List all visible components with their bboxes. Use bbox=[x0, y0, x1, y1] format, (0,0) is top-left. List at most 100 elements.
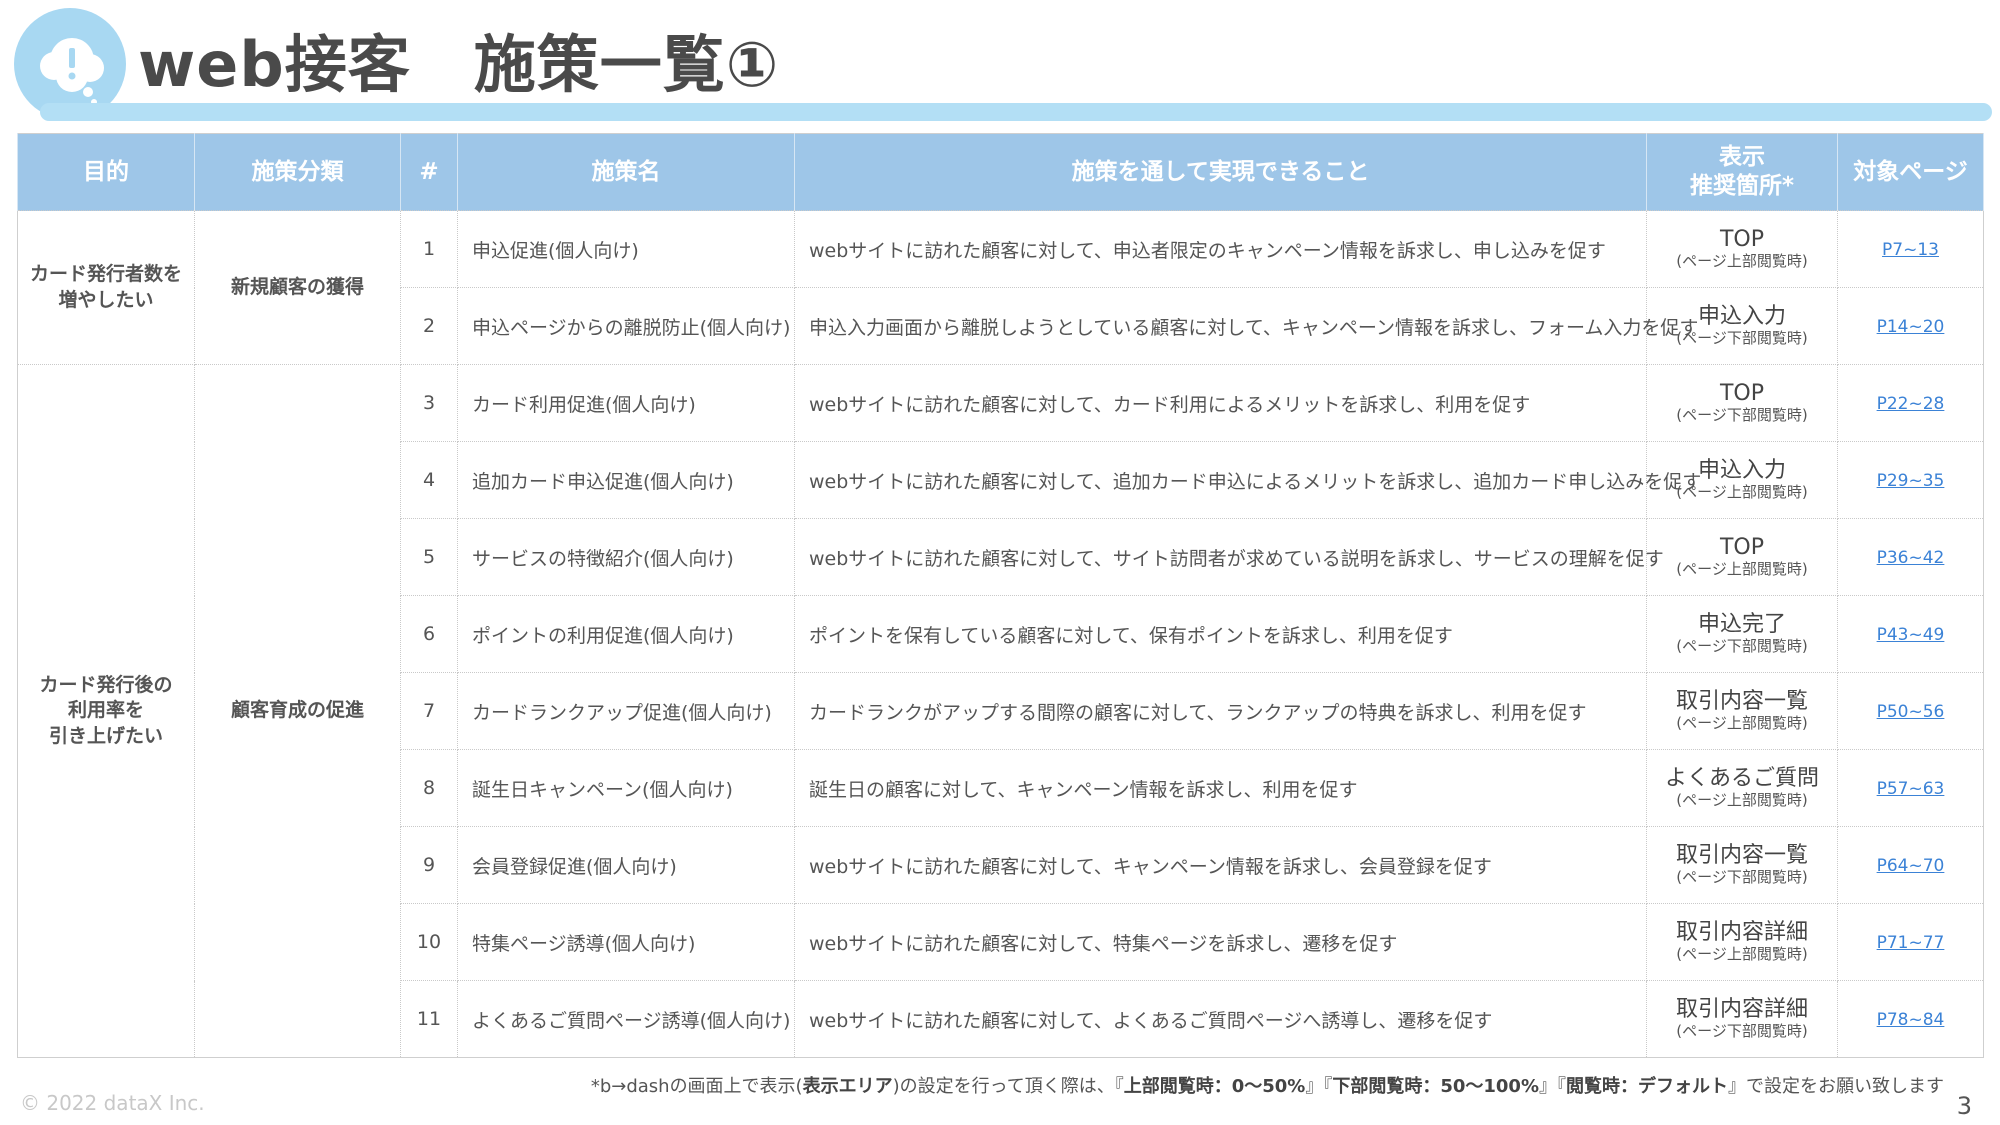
footnote: *b→dashの画面上で表示(表示エリア)の設定を行って頂く際は、『上部閲覧時：… bbox=[591, 1072, 1944, 1098]
footnote-suffix: 』で設定をお願い致します bbox=[1728, 1076, 1944, 1097]
header-placement-line2: 推奨箇所* bbox=[1689, 173, 1795, 199]
placement-cell: TOP (ページ上部閲覧時) bbox=[1646, 210, 1838, 288]
measure-name: カードランクアップ促進(個人向け) bbox=[457, 672, 795, 750]
measure-name: 誕生日キャンペーン(個人向け) bbox=[457, 749, 795, 827]
target-page-link[interactable]: P7~13 bbox=[1882, 240, 1939, 260]
title-underline bbox=[40, 103, 1992, 121]
footnote-mid-3: 』『 bbox=[1539, 1076, 1566, 1097]
target-page-link[interactable]: P43~49 bbox=[1877, 625, 1945, 645]
target-page-link[interactable]: P36~42 bbox=[1877, 548, 1945, 568]
placement-sub: (ページ上部閲覧時) bbox=[1676, 559, 1808, 578]
placement-main: 取引内容一覧 bbox=[1675, 689, 1808, 715]
placement-main: TOP bbox=[1719, 381, 1765, 407]
measures-table: 目的 施策分類 # 施策名 施策を通して実現できること 表示 推奨箇所* 対象ペ… bbox=[17, 133, 1984, 1058]
target-page-link[interactable]: P78~84 bbox=[1877, 1010, 1945, 1030]
row-number: 8 bbox=[400, 749, 458, 827]
table-row: カード発行後の 利用率を 引き上げたい 顧客育成の促進 3 カード利用促進(個人向け)… bbox=[17, 364, 1984, 1058]
header-name: 施策名 bbox=[457, 133, 795, 211]
target-page-cell: P57~63 bbox=[1837, 749, 1984, 827]
measure-name: ポイントの利用促進(個人向け) bbox=[457, 595, 795, 673]
target-page-cell: P50~56 bbox=[1837, 672, 1984, 750]
category-cell: 新規顧客の獲得 bbox=[194, 210, 401, 365]
placement-cell: よくあるご質問 (ページ上部閲覧時) bbox=[1646, 749, 1838, 827]
row-number: 9 bbox=[400, 826, 458, 904]
target-page-cell: P43~49 bbox=[1837, 595, 1984, 673]
row-number: 6 bbox=[400, 595, 458, 673]
placement-sub: (ページ下部閲覧時) bbox=[1676, 328, 1808, 347]
measure-description: webサイトに訪れた顧客に対して、キャンペーン情報を訴求し、会員登録を促す bbox=[794, 826, 1647, 904]
header-target-page: 対象ページ bbox=[1837, 133, 1984, 211]
placement-sub: (ページ下部閲覧時) bbox=[1676, 1021, 1808, 1040]
header-placement: 表示 推奨箇所* bbox=[1646, 133, 1838, 211]
target-page-link[interactable]: P64~70 bbox=[1877, 856, 1945, 876]
header-placement-line1: 表示 bbox=[1719, 144, 1765, 171]
row-number: 5 bbox=[400, 518, 458, 596]
row-number: 7 bbox=[400, 672, 458, 750]
placement-sub: (ページ上部閲覧時) bbox=[1676, 482, 1808, 501]
placement-main: 取引内容詳細 bbox=[1675, 997, 1808, 1023]
placement-main: よくあるご質問 bbox=[1664, 766, 1819, 792]
placement-sub: (ページ下部閲覧時) bbox=[1676, 867, 1808, 886]
placement-sub: (ページ下部閲覧時) bbox=[1676, 636, 1808, 655]
row-number: 11 bbox=[400, 980, 458, 1058]
category-cell: 顧客育成の促進 bbox=[194, 364, 401, 1058]
footnote-mid-2: 』『 bbox=[1305, 1076, 1333, 1097]
placement-cell: 取引内容詳細 (ページ上部閲覧時) bbox=[1646, 903, 1838, 981]
target-page-cell: P71~77 bbox=[1837, 903, 1984, 981]
placement-cell: TOP (ページ下部閲覧時) bbox=[1646, 364, 1838, 442]
page-number: 3 bbox=[1956, 1092, 1972, 1120]
placement-sub: (ページ下部閲覧時) bbox=[1676, 405, 1808, 424]
copyright: © 2022 dataX Inc. bbox=[20, 1091, 205, 1115]
placement-cell: 取引内容詳細 (ページ下部閲覧時) bbox=[1646, 980, 1838, 1058]
measure-description: webサイトに訪れた顧客に対して、サイト訪問者が求めている説明を訴求し、サービス… bbox=[794, 518, 1664, 596]
footnote-mid-1: )の設定を行って頂く際は、『 bbox=[892, 1076, 1124, 1097]
measure-name: 特集ページ誘導(個人向け) bbox=[457, 903, 795, 981]
placement-sub: (ページ上部閲覧時) bbox=[1676, 713, 1808, 732]
header-purpose: 目的 bbox=[17, 133, 195, 211]
placement-cell: 取引内容一覧 (ページ上部閲覧時) bbox=[1646, 672, 1838, 750]
row-number: 2 bbox=[400, 287, 458, 365]
placement-cell: TOP (ページ上部閲覧時) bbox=[1646, 518, 1838, 596]
target-page-link[interactable]: P57~63 bbox=[1877, 779, 1945, 799]
target-page-link[interactable]: P22~28 bbox=[1877, 394, 1945, 414]
footnote-bold-4: 閲覧時：デフォルト bbox=[1566, 1076, 1728, 1097]
placement-main: 取引内容詳細 bbox=[1675, 920, 1808, 946]
header-num: # bbox=[400, 133, 458, 211]
placement-main: 取引内容一覧 bbox=[1675, 843, 1808, 869]
target-page-link[interactable]: P29~35 bbox=[1877, 471, 1945, 491]
row-number: 4 bbox=[400, 441, 458, 519]
measure-description: ポイントを保有している顧客に対して、保有ポイントを訴求し、利用を促す bbox=[794, 595, 1647, 673]
target-page-cell: P22~28 bbox=[1837, 364, 1984, 442]
header-category: 施策分類 bbox=[194, 133, 401, 211]
target-page-cell: P36~42 bbox=[1837, 518, 1984, 596]
target-page-link[interactable]: P71~77 bbox=[1877, 933, 1945, 953]
row-number: 1 bbox=[400, 210, 458, 288]
placement-cell: 申込完了 (ページ下部閲覧時) bbox=[1646, 595, 1838, 673]
target-page-link[interactable]: P50~56 bbox=[1877, 702, 1945, 722]
row-number: 10 bbox=[400, 903, 458, 981]
placement-main: TOP bbox=[1719, 227, 1765, 253]
measure-description: webサイトに訪れた顧客に対して、よくあるご質問ページへ誘導し、遷移を促す bbox=[794, 980, 1647, 1058]
target-page-cell: P29~35 bbox=[1837, 441, 1984, 519]
footnote-prefix: *b→dashの画面上で表示( bbox=[590, 1076, 803, 1097]
target-page-link[interactable]: P14~20 bbox=[1877, 317, 1945, 337]
target-page-cell: P7~13 bbox=[1837, 210, 1984, 288]
placement-sub: (ページ上部閲覧時) bbox=[1676, 251, 1808, 270]
target-page-cell: P14~20 bbox=[1837, 287, 1984, 365]
header-description: 施策を通して実現できること bbox=[794, 133, 1647, 211]
table-row: カード発行者数を 増やしたい 新規顧客の獲得 1 申込促進(個人向け) webサイトに訪… bbox=[17, 210, 1984, 365]
footnote-bold-2: 上部閲覧時：0〜50% bbox=[1123, 1076, 1306, 1097]
measure-description: webサイトに訪れた顧客に対して、追加カード申込によるメリットを訴求し、追加カー… bbox=[794, 441, 1701, 519]
measure-name: カード利用促進(個人向け) bbox=[457, 364, 795, 442]
purpose-cell: カード発行後の 利用率を 引き上げたい bbox=[17, 364, 195, 1058]
target-page-cell: P78~84 bbox=[1837, 980, 1984, 1058]
purpose-cell: カード発行者数を 増やしたい bbox=[17, 210, 195, 365]
placement-cell: 取引内容一覧 (ページ下部閲覧時) bbox=[1646, 826, 1838, 904]
placement-sub: (ページ上部閲覧時) bbox=[1676, 944, 1808, 963]
measure-name: 申込促進(個人向け) bbox=[457, 210, 795, 288]
measure-description: webサイトに訪れた顧客に対して、特集ページを訴求し、遷移を促す bbox=[794, 903, 1647, 981]
placement-main: 申込完了 bbox=[1697, 612, 1786, 638]
page-title: web接客 施策一覧① bbox=[138, 28, 780, 101]
measure-name: 申込ページからの離脱防止(個人向け) bbox=[457, 287, 795, 365]
measure-name: 追加カード申込促進(個人向け) bbox=[457, 441, 795, 519]
